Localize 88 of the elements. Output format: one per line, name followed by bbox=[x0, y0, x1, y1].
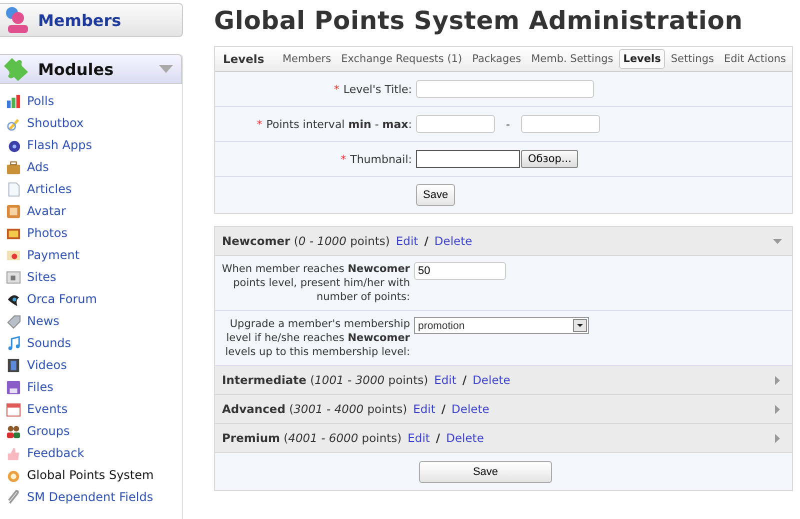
briefcase-icon bbox=[6, 160, 21, 174]
level-header[interactable]: Intermediate (1001 - 3000 points) Edit / Delete bbox=[215, 366, 792, 395]
field-label: Level's Title: bbox=[343, 82, 412, 96]
link-separator: / bbox=[436, 431, 440, 445]
required-mark: * bbox=[256, 118, 262, 130]
module-link[interactable]: Events bbox=[6, 398, 182, 420]
field-label: Upgrade a member's membership level if he/she reaches Newcomer levels up to this membership level: bbox=[224, 317, 410, 359]
document-icon bbox=[6, 182, 21, 196]
link-separator: / bbox=[441, 402, 446, 416]
module-link[interactable]: Videos bbox=[6, 354, 182, 376]
film-icon bbox=[6, 358, 21, 372]
edit-link[interactable]: Edit bbox=[413, 402, 436, 416]
module-link[interactable]: Ads bbox=[6, 156, 182, 178]
edit-link[interactable]: Edit bbox=[408, 431, 430, 445]
level-heading: Intermediate (1001 - 3000 points) bbox=[222, 373, 428, 387]
required-mark: * bbox=[340, 152, 346, 166]
window-icon bbox=[6, 270, 21, 284]
level-header[interactable]: Newcomer (0 - 1000 points) Edit / Delete bbox=[215, 227, 792, 256]
module-link[interactable]: Payment bbox=[6, 244, 182, 266]
modules-header[interactable]: Modules bbox=[0, 54, 182, 84]
level-heading: Newcomer (0 - 1000 points) bbox=[222, 234, 390, 248]
edit-link[interactable]: Edit bbox=[434, 373, 456, 387]
save-button[interactable]: Save bbox=[419, 461, 552, 483]
module-link[interactable]: Feedback bbox=[6, 442, 182, 464]
tab[interactable]: Exchange Requests (1) bbox=[337, 49, 466, 69]
expand-arrow-icon[interactable] bbox=[773, 434, 782, 442]
save-button[interactable]: Save bbox=[416, 184, 456, 206]
module-link[interactable]: Shoutbox bbox=[6, 112, 182, 134]
module-link[interactable]: Groups bbox=[6, 420, 182, 442]
field-label: When member reaches Newcomer points level, present him/her with number of points: bbox=[220, 262, 410, 304]
square-tile-icon bbox=[6, 204, 21, 218]
module-link[interactable]: Files bbox=[6, 376, 182, 398]
delete-link[interactable]: Delete bbox=[446, 431, 484, 445]
link-separator: / bbox=[462, 373, 467, 387]
browse-button[interactable]: Обзор... bbox=[521, 150, 578, 168]
people-icon bbox=[6, 424, 21, 438]
title-field[interactable] bbox=[416, 80, 594, 98]
tab[interactable]: Members bbox=[278, 49, 336, 69]
points-field[interactable]: 50 bbox=[414, 262, 506, 280]
file-field[interactable] bbox=[416, 150, 520, 168]
field-label: Thumbnail: bbox=[350, 152, 412, 166]
level-header[interactable]: Premium (4001 - 6000 points) Edit / Delete bbox=[215, 424, 792, 453]
max-field[interactable] bbox=[520, 115, 600, 133]
tab[interactable]: Memb. Settings bbox=[527, 49, 618, 69]
delete-link[interactable]: Delete bbox=[452, 402, 490, 416]
module-link[interactable]: Photos bbox=[6, 222, 182, 244]
expand-arrow-icon[interactable] bbox=[773, 404, 782, 414]
field-label: Points interval min - max: bbox=[266, 118, 412, 130]
tab[interactable]: Levels bbox=[619, 49, 665, 69]
collapse-arrow-icon[interactable] bbox=[773, 236, 782, 246]
module-link[interactable]: Global Points System bbox=[6, 464, 182, 486]
level-header[interactable]: Advanced (3001 - 4000 points) Edit / Delete bbox=[215, 395, 792, 424]
module-link[interactable]: Avatar bbox=[6, 200, 182, 222]
members-header[interactable]: Members bbox=[0, 3, 183, 37]
tag-icon bbox=[6, 314, 21, 328]
module-link[interactable]: Flash Apps bbox=[6, 134, 182, 156]
range-separator: - bbox=[505, 118, 511, 130]
music-note-icon bbox=[6, 336, 21, 350]
module-link[interactable]: Articles bbox=[6, 178, 182, 200]
level-heading: Advanced (3001 - 4000 points) bbox=[222, 402, 408, 416]
link-separator: / bbox=[424, 234, 428, 248]
tab[interactable]: Settings bbox=[666, 49, 718, 69]
panel-title: Levels bbox=[223, 52, 266, 66]
tab[interactable]: Packages bbox=[468, 49, 526, 69]
expand-arrow-icon[interactable] bbox=[773, 376, 782, 384]
puzzle-icon bbox=[2, 56, 30, 82]
required-mark: * bbox=[334, 82, 340, 96]
page-title: Global Points System Administration bbox=[214, 6, 744, 37]
module-link[interactable]: SM Dependent Fields bbox=[6, 486, 182, 508]
membership-dropdown[interactable]: promotion bbox=[414, 317, 589, 334]
calendar-icon bbox=[6, 402, 21, 416]
thumb-icon bbox=[6, 446, 21, 460]
level-heading: Premium (4001 - 6000 points) bbox=[222, 431, 402, 445]
paperclip-icon bbox=[6, 490, 21, 504]
module-link[interactable]: Sites bbox=[6, 266, 182, 288]
module-link[interactable]: Polls bbox=[6, 90, 182, 112]
edit-link[interactable]: Edit bbox=[396, 234, 418, 248]
delete-link[interactable]: Delete bbox=[434, 234, 472, 248]
members-title: Members bbox=[38, 10, 122, 30]
collapse-arrow-icon[interactable] bbox=[159, 65, 173, 73]
modules-title: Modules bbox=[38, 60, 115, 78]
module-link[interactable]: Orca Forum bbox=[6, 288, 182, 310]
bar-chart-icon bbox=[6, 94, 21, 108]
min-field[interactable] bbox=[416, 115, 495, 133]
module-link[interactable]: Sounds bbox=[6, 332, 182, 354]
delete-link[interactable]: Delete bbox=[472, 373, 510, 387]
tab[interactable]: Edit Actions bbox=[720, 49, 790, 69]
module-link[interactable]: News bbox=[6, 310, 182, 332]
